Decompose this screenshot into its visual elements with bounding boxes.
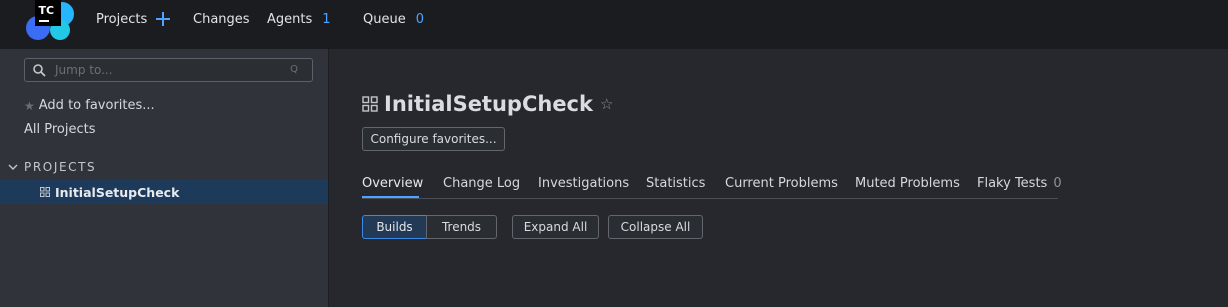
nav-agents-label[interactable]: Agents bbox=[267, 12, 312, 27]
builds-toggle-button[interactable]: Builds bbox=[362, 215, 427, 239]
nav-queue-label[interactable]: Queue bbox=[363, 12, 406, 27]
tab-change-log[interactable]: Change Log bbox=[443, 176, 520, 191]
search-placeholder: Jump to... bbox=[55, 63, 113, 77]
page-header: InitialSetupCheck ☆ bbox=[362, 92, 613, 116]
logo-text: TC bbox=[39, 4, 55, 17]
nav-agents[interactable]: Agents 1 bbox=[267, 10, 331, 28]
star-outline-icon[interactable]: ☆ bbox=[600, 95, 613, 113]
project-grid-icon bbox=[362, 96, 378, 112]
tab-flaky-tests[interactable]: Flaky Tests 0 bbox=[977, 176, 1062, 191]
flaky-tests-count: 0 bbox=[1053, 176, 1062, 191]
agents-count: 1 bbox=[322, 11, 331, 27]
search-shortcut-hint: Q bbox=[290, 64, 298, 75]
sidebar: Jump to... Q ★ Add to favorites... All P… bbox=[0, 49, 329, 307]
tab-muted-problems[interactable]: Muted Problems bbox=[855, 176, 960, 191]
search-input[interactable]: Jump to... Q bbox=[24, 58, 313, 82]
all-projects-link[interactable]: All Projects bbox=[24, 122, 96, 137]
star-icon: ★ bbox=[24, 98, 35, 113]
tab-flaky-tests-label[interactable]: Flaky Tests bbox=[977, 176, 1047, 191]
sidebar-item-initialsetupcheck[interactable]: InitialSetupCheck bbox=[0, 180, 328, 204]
nav-changes-label[interactable]: Changes bbox=[193, 12, 250, 27]
project-tabs: Overview Change Log Investigations Stati… bbox=[362, 175, 1062, 199]
nav-projects[interactable]: Projects bbox=[96, 10, 171, 28]
nav-projects-label[interactable]: Projects bbox=[96, 12, 147, 27]
sidebar-item-label[interactable]: InitialSetupCheck bbox=[55, 185, 179, 200]
chevron-down-icon[interactable] bbox=[8, 162, 18, 172]
tab-investigations[interactable]: Investigations bbox=[538, 176, 629, 191]
add-to-favorites-link[interactable]: ★ Add to favorites... bbox=[24, 98, 155, 113]
trends-toggle-button[interactable]: Trends bbox=[426, 215, 497, 239]
plus-icon[interactable] bbox=[156, 12, 171, 26]
page-title: InitialSetupCheck bbox=[384, 92, 593, 116]
project-grid-icon bbox=[40, 187, 50, 197]
collapse-all-button[interactable]: Collapse All bbox=[608, 215, 703, 239]
teamcity-logo[interactable]: TC bbox=[24, 0, 74, 42]
active-tab-indicator bbox=[362, 196, 419, 198]
top-navigation-bar: TC Projects Changes Agents 1 Queue 0 bbox=[0, 0, 1228, 49]
configure-favorites-button[interactable]: Configure favorites... bbox=[362, 127, 505, 151]
tab-statistics[interactable]: Statistics bbox=[646, 176, 705, 191]
tab-current-problems[interactable]: Current Problems bbox=[725, 176, 838, 191]
projects-heading-label: PROJECTS bbox=[24, 160, 97, 174]
tab-overview[interactable]: Overview bbox=[362, 176, 423, 191]
queue-count: 0 bbox=[415, 11, 424, 27]
search-icon bbox=[33, 64, 46, 77]
expand-all-button[interactable]: Expand All bbox=[512, 215, 599, 239]
add-to-favorites-label[interactable]: Add to favorites... bbox=[39, 98, 155, 113]
teamcity-logo-icon: TC bbox=[26, 0, 74, 40]
projects-section-header[interactable]: PROJECTS bbox=[8, 160, 96, 174]
nav-changes[interactable]: Changes bbox=[193, 10, 250, 28]
nav-queue[interactable]: Queue 0 bbox=[363, 10, 424, 28]
